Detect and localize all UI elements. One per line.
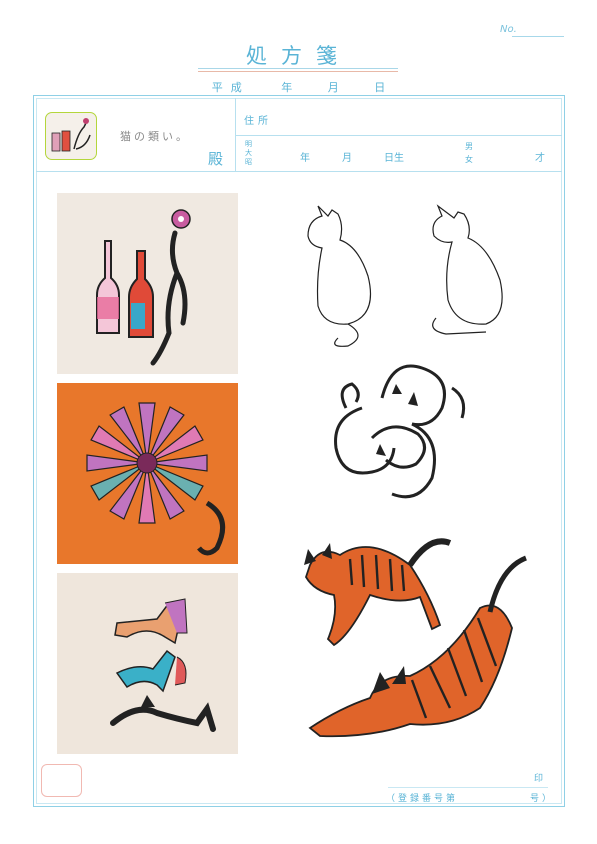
artwork-sketch-cat-right xyxy=(416,200,511,340)
address-label: 住所 xyxy=(244,116,272,127)
title-underline-blue xyxy=(198,68,398,69)
registration-line xyxy=(388,787,548,788)
date-era: 平成 xyxy=(211,81,250,94)
patient-name: 猫の類い。 xyxy=(120,130,190,143)
seal-label: 印 xyxy=(534,774,544,784)
date-day: 日 xyxy=(374,81,386,94)
seal-box xyxy=(41,764,82,797)
birth-era-options: 明 大 昭 xyxy=(245,140,252,167)
honorific: 殿 xyxy=(208,150,224,168)
header-divider xyxy=(36,171,562,172)
artwork-bottles xyxy=(57,193,238,374)
birth-month: 月 xyxy=(342,153,352,164)
title-underline-red xyxy=(198,71,398,72)
issue-date: 平成 年 月 日 xyxy=(0,79,597,95)
sex-options: 男 女 xyxy=(465,140,473,166)
patient-photo xyxy=(45,112,97,160)
artwork-shoes xyxy=(57,573,238,754)
artwork-intertwined-cats xyxy=(322,348,472,508)
era-taisho: 大 xyxy=(245,149,252,157)
era-meiji: 明 xyxy=(245,140,252,148)
artwork-flower xyxy=(57,383,238,564)
sex-female: 女 xyxy=(465,155,473,164)
artwork-sketch-cat-left xyxy=(288,196,383,351)
sex-male: 男 xyxy=(465,142,473,151)
prescription-number-label: No. xyxy=(500,24,517,35)
page-title: 処方箋 xyxy=(246,44,351,68)
artwork-tabby-cat-stretching xyxy=(300,548,535,753)
era-showa: 昭 xyxy=(245,158,252,166)
header-mid-divider xyxy=(235,135,562,136)
date-year: 年 xyxy=(281,81,293,94)
age-label: 才 xyxy=(535,153,545,164)
number-line xyxy=(512,36,564,37)
date-month: 月 xyxy=(327,81,339,94)
birth-year: 年 xyxy=(300,153,310,164)
birth-day: 日生 xyxy=(384,153,404,164)
registration-number: （登録番号第 号） xyxy=(386,794,555,804)
